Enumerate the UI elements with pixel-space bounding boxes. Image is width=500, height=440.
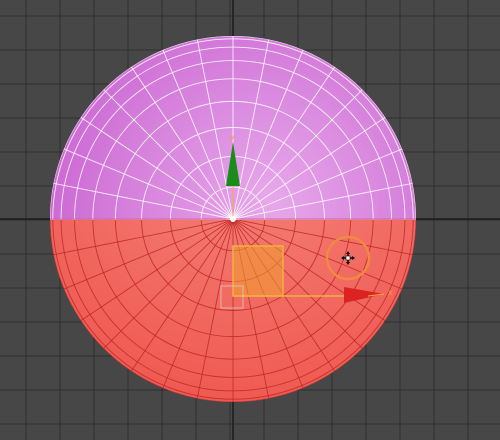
xy-plane-handle[interactable] (232, 245, 284, 297)
scene-canvas[interactable]: y x (0, 0, 500, 440)
x-axis-label: x (388, 288, 393, 297)
y-axis-label: y (230, 133, 235, 142)
viewport-3d[interactable]: y x (0, 0, 500, 440)
pivot-point (230, 216, 236, 222)
